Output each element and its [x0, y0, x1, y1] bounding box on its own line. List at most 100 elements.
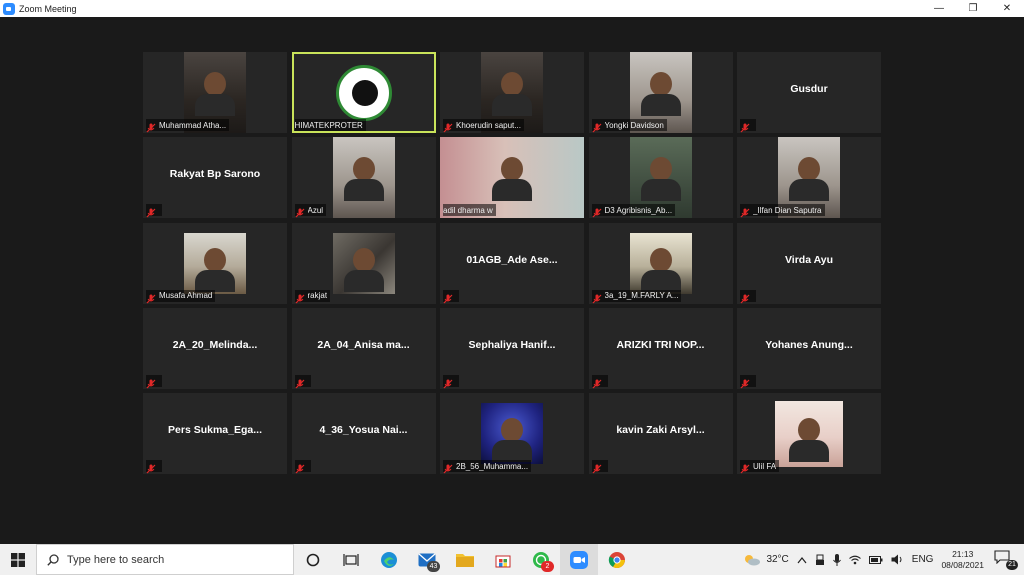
- participant-name-label: Musafa Ahmad: [146, 289, 216, 304]
- tray-usb[interactable]: [815, 554, 825, 566]
- participant-tile[interactable]: 2B_56_Muhamma...: [440, 393, 584, 475]
- windows-taskbar: Type here to search 43 2 32°C ENG 21:13 …: [0, 544, 1024, 575]
- minimize-button[interactable]: —: [922, 0, 956, 17]
- task-view-icon: [343, 553, 359, 566]
- muted-microphone-icon: [740, 376, 750, 389]
- participant-name: HIMATEKPROTER: [294, 120, 363, 130]
- participant-tile[interactable]: Muhammad Atha...: [143, 52, 287, 133]
- participant-tile[interactable]: Yohanes Anung...: [737, 307, 881, 389]
- participant-tile[interactable]: Gusdur: [737, 52, 881, 133]
- participant-name-label: [740, 374, 756, 389]
- participant-name-label: [146, 374, 162, 389]
- weather-widget[interactable]: 32°C: [743, 554, 789, 566]
- participant-tile[interactable]: HIMATEKPROTER: [291, 52, 436, 133]
- participant-name-label: Muhammad Atha...: [146, 119, 230, 133]
- organization-logo: [335, 64, 392, 121]
- participant-tile[interactable]: adil dharma w: [440, 137, 584, 219]
- participant-tile[interactable]: ARIZKI TRI NOP...: [588, 307, 733, 389]
- participant-name: adil dharma w: [443, 205, 493, 215]
- participant-name-label: Azul: [294, 204, 327, 218]
- taskbar-file-explorer[interactable]: [446, 544, 484, 575]
- participant-name: rakjat: [307, 291, 328, 301]
- participant-name-label: [591, 460, 608, 474]
- tray-network[interactable]: [848, 555, 861, 565]
- zoom-icon: [570, 550, 588, 569]
- participant-name: Ulil FA: [753, 461, 777, 471]
- cortana-button[interactable]: [294, 544, 332, 575]
- participant-tile[interactable]: Pers Sukma_Ega...: [143, 393, 287, 475]
- participant-video: [775, 401, 843, 468]
- participant-tile[interactable]: D3 Agribisnis_Ab...: [588, 137, 733, 219]
- taskbar-chrome[interactable]: [598, 544, 636, 575]
- participant-name-label: [146, 460, 162, 474]
- participant-name: D3 Agribisnis_Ab...: [604, 205, 673, 215]
- participant-name-label: [294, 374, 311, 389]
- microphone-icon: [832, 553, 841, 566]
- task-view-button[interactable]: [332, 544, 370, 575]
- tray-microphone[interactable]: [832, 553, 841, 566]
- participant-video: [332, 137, 395, 219]
- show-hidden-icons[interactable]: [797, 556, 807, 564]
- participant-video: [332, 232, 395, 294]
- action-center-button[interactable]: 21: [994, 549, 1018, 570]
- participant-tile[interactable]: Khoerudin saput...: [440, 52, 584, 133]
- participant-display-name: 4_36_Yosua Nai...: [319, 424, 408, 437]
- participant-tile[interactable]: 01AGB_Ade Ase...: [440, 222, 584, 304]
- participant-name-label: 3a_19_M.FARLY A...: [591, 289, 682, 304]
- participant-display-name: Gusdur: [790, 83, 828, 95]
- participant-video: [629, 232, 692, 294]
- participant-display-name: 2A_04_Anisa ma...: [317, 338, 410, 351]
- participant-tile[interactable]: 2A_20_Melinda...: [143, 307, 287, 389]
- participant-name-label: [443, 289, 459, 304]
- taskbar-mail[interactable]: 43: [408, 544, 446, 575]
- participant-tile[interactable]: 2A_04_Anisa ma...: [291, 307, 436, 389]
- input-language[interactable]: ENG: [912, 554, 934, 565]
- participant-tile[interactable]: 3a_19_M.FARLY A...: [588, 222, 733, 304]
- participant-name-label: adil dharma w: [443, 204, 496, 217]
- participant-tile[interactable]: 4_36_Yosua Nai...: [291, 393, 436, 475]
- close-button[interactable]: ✕: [990, 0, 1024, 17]
- restore-button[interactable]: ❐: [956, 0, 990, 17]
- tray-volume[interactable]: [891, 554, 904, 565]
- muted-microphone-icon: [295, 376, 305, 389]
- participant-display-name: Yohanes Anung...: [765, 338, 853, 351]
- participant-tile[interactable]: kavin Zaki Arsyl...: [588, 393, 733, 475]
- muted-microphone-icon: [443, 461, 453, 474]
- participant-silhouette: [789, 418, 829, 463]
- participant-display-name: kavin Zaki Arsyl...: [616, 424, 705, 437]
- participant-tile[interactable]: rakjat: [291, 222, 436, 304]
- participant-name-label: Yongki Davidson: [591, 119, 667, 133]
- muted-microphone-icon: [740, 205, 750, 218]
- muted-microphone-icon: [592, 120, 602, 133]
- taskbar-zoom[interactable]: [560, 544, 598, 575]
- participant-tile[interactable]: _Ilfan Dian Saputra: [737, 137, 881, 219]
- participant-silhouette: [195, 72, 235, 116]
- chrome-icon: [608, 551, 625, 568]
- start-button[interactable]: [0, 544, 36, 575]
- participant-tile[interactable]: Musafa Ahmad: [143, 222, 287, 304]
- participant-tile[interactable]: Virda Ayu: [737, 222, 881, 304]
- tray-battery[interactable]: [868, 555, 883, 564]
- participant-tile[interactable]: Sephaliya Hanif...: [440, 307, 584, 389]
- search-icon: [47, 553, 59, 566]
- participant-tile[interactable]: Rakyat Bp Sarono: [143, 137, 287, 219]
- participant-name-label: [443, 374, 459, 389]
- taskbar-store[interactable]: [484, 544, 522, 575]
- notification-count: 21: [1006, 559, 1018, 570]
- participant-name: Yongki Davidson: [604, 120, 664, 130]
- participant-silhouette: [343, 157, 384, 202]
- muted-microphone-icon: [592, 291, 602, 304]
- system-tray: 32°C ENG 21:13 08/08/2021 21: [743, 544, 1024, 575]
- participant-name-label: HIMATEKPROTER: [294, 119, 366, 131]
- participant-tile[interactable]: Azul: [291, 137, 436, 219]
- participant-tile[interactable]: Ulil FA: [737, 393, 881, 475]
- taskbar-whatsapp[interactable]: 2: [522, 544, 560, 575]
- participant-tile[interactable]: Yongki Davidson: [588, 52, 733, 133]
- participant-video: [481, 403, 543, 465]
- taskbar-clock[interactable]: 21:13 08/08/2021: [941, 549, 984, 571]
- edge-browser-icon: [381, 551, 397, 568]
- taskbar-search-box[interactable]: Type here to search: [36, 544, 294, 575]
- taskbar-edge[interactable]: [370, 544, 408, 575]
- participant-name-label: rakjat: [294, 289, 331, 304]
- muted-microphone-icon: [592, 205, 602, 218]
